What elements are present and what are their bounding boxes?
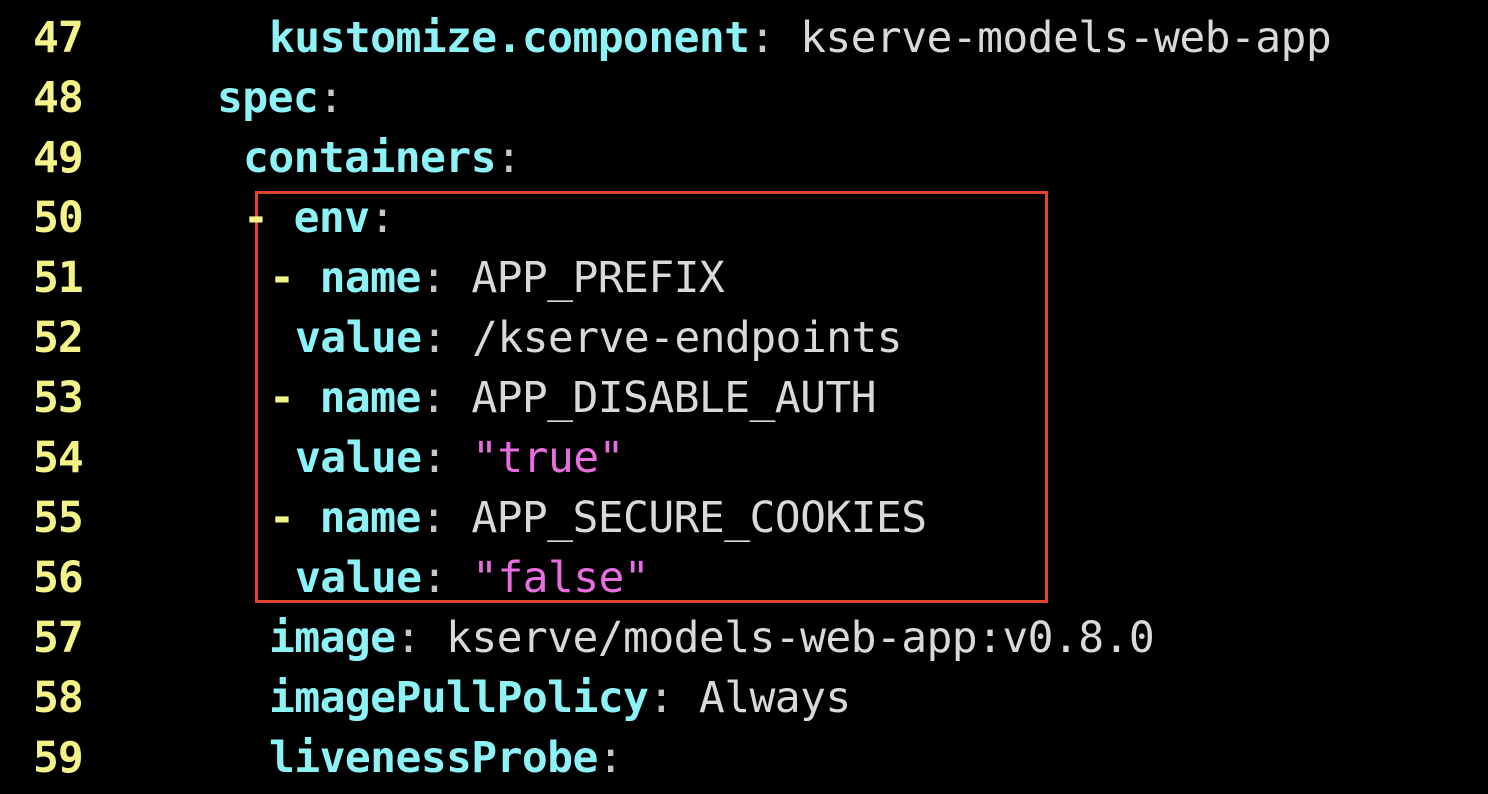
yaml-colon: : bbox=[749, 13, 775, 63]
code-content: value: "false" bbox=[295, 548, 650, 608]
yaml-colon: : bbox=[421, 313, 447, 363]
list-dash: - bbox=[269, 253, 320, 303]
yaml-colon: : bbox=[648, 673, 674, 723]
code-content: spec: bbox=[217, 68, 344, 128]
yaml-key: containers bbox=[243, 133, 496, 183]
code-content: image: kserve/models-web-app:v0.8.0 bbox=[269, 608, 1155, 668]
yaml-key: image bbox=[269, 613, 396, 663]
yaml-colon: : bbox=[318, 73, 344, 123]
line-number: 57 bbox=[33, 613, 84, 663]
yaml-key: value bbox=[295, 313, 422, 363]
code-editor[interactable]: 47 kustomize.component: kserve-models-web… bbox=[0, 0, 1488, 794]
code-line[interactable]: 51 - name: APP_PREFIX bbox=[0, 248, 1488, 308]
list-dash: - bbox=[269, 373, 320, 423]
yaml-colon: : bbox=[597, 733, 624, 783]
yaml-colon: : bbox=[420, 253, 447, 303]
code-content: - name: APP_DISABLE_AUTH bbox=[269, 368, 877, 428]
yaml-colon: : bbox=[420, 493, 447, 543]
line-number: 50 bbox=[33, 193, 84, 243]
code-content: containers: bbox=[243, 128, 522, 188]
line-number: 47 bbox=[33, 13, 84, 63]
code-content: value: "true" bbox=[295, 428, 624, 488]
yaml-colon: : bbox=[421, 553, 447, 603]
code-content: value: /kserve-endpoints bbox=[295, 308, 903, 368]
yaml-key: imagePullPolicy bbox=[269, 673, 649, 723]
line-number: 55 bbox=[33, 493, 84, 543]
list-dash: - bbox=[269, 493, 320, 543]
clipped-previous-line bbox=[321, 0, 491, 4]
code-content: - name: APP_PREFIX bbox=[269, 248, 725, 308]
code-line[interactable]: 56 value: "false" bbox=[0, 548, 1488, 608]
yaml-key: value bbox=[295, 433, 422, 483]
code-content: - name: APP_SECURE_COOKIES bbox=[269, 488, 927, 548]
code-line[interactable]: 50 - env: bbox=[0, 188, 1488, 248]
yaml-string-value: "true" bbox=[446, 433, 624, 483]
list-dash: - bbox=[243, 193, 294, 243]
line-number: 59 bbox=[33, 733, 84, 783]
yaml-colon: : bbox=[420, 373, 447, 423]
yaml-key: name bbox=[319, 253, 422, 303]
code-line[interactable]: 52 value: /kserve-endpoints bbox=[0, 308, 1488, 368]
code-line[interactable]: 49 containers: bbox=[0, 128, 1488, 188]
yaml-key: value bbox=[295, 553, 422, 603]
yaml-key: name bbox=[319, 373, 422, 423]
yaml-key: spec bbox=[217, 73, 319, 123]
line-number: 52 bbox=[33, 313, 84, 363]
line-number: 56 bbox=[33, 553, 84, 603]
code-line[interactable]: 57 image: kserve/models-web-app:v0.8.0 bbox=[0, 608, 1488, 668]
code-content: - env: bbox=[243, 188, 395, 248]
yaml-key: kustomize.component bbox=[269, 13, 750, 63]
line-number: 54 bbox=[33, 433, 84, 483]
yaml-value: Always bbox=[673, 673, 851, 723]
yaml-key: livenessProbe bbox=[269, 733, 598, 783]
yaml-value: APP_SECURE_COOKIES bbox=[446, 493, 927, 543]
code-line[interactable]: 59 livenessProbe: bbox=[0, 728, 1488, 788]
code-content: kustomize.component: kserve-models-web-a… bbox=[269, 8, 1332, 68]
code-line[interactable]: 47 kustomize.component: kserve-models-web… bbox=[0, 8, 1488, 68]
code-line[interactable]: 54 value: "true" bbox=[0, 428, 1488, 488]
yaml-value: APP_DISABLE_AUTH bbox=[446, 373, 876, 423]
code-line[interactable]: 48 spec: bbox=[0, 68, 1488, 128]
yaml-value: kserve-models-web-app bbox=[774, 13, 1332, 63]
line-number: 51 bbox=[33, 253, 84, 303]
code-content: livenessProbe: bbox=[269, 728, 624, 788]
yaml-colon: : bbox=[395, 613, 421, 663]
yaml-string-value: "false" bbox=[446, 553, 650, 603]
code-content: imagePullPolicy: Always bbox=[269, 668, 851, 728]
yaml-key: env bbox=[293, 193, 370, 243]
yaml-colon: : bbox=[421, 433, 447, 483]
yaml-key: name bbox=[319, 493, 422, 543]
yaml-value: APP_PREFIX bbox=[446, 253, 725, 303]
code-line[interactable]: 58 imagePullPolicy: Always bbox=[0, 668, 1488, 728]
code-line[interactable]: 55 - name: APP_SECURE_COOKIES bbox=[0, 488, 1488, 548]
line-number: 49 bbox=[33, 133, 84, 183]
code-line[interactable]: 53 - name: APP_DISABLE_AUTH bbox=[0, 368, 1488, 428]
line-number: 53 bbox=[33, 373, 84, 423]
yaml-value: kserve/models-web-app:v0.8.0 bbox=[420, 613, 1155, 663]
yaml-colon: : bbox=[495, 133, 522, 183]
yaml-value: /kserve-endpoints bbox=[446, 313, 903, 363]
line-number: 48 bbox=[33, 73, 84, 123]
line-number: 58 bbox=[33, 673, 84, 723]
yaml-colon: : bbox=[369, 193, 395, 243]
